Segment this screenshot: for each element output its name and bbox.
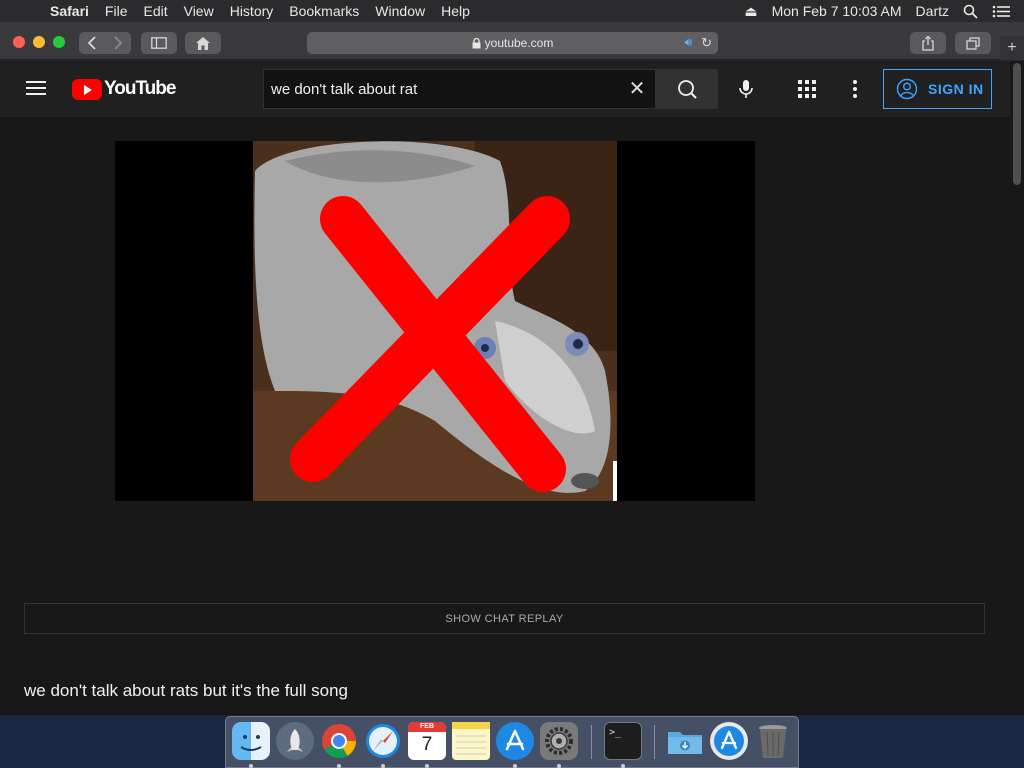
menu-help[interactable]: Help <box>433 0 478 22</box>
menu-edit[interactable]: Edit <box>135 0 175 22</box>
youtube-logo-text: YouTube <box>104 78 176 99</box>
spotlight-search-icon[interactable] <box>963 4 978 19</box>
safari-icon[interactable] <box>364 722 402 760</box>
eject-icon[interactable]: ⏏ <box>744 3 757 20</box>
youtube-page: YouTube we don't talk about rat ✕ SIGN I… <box>0 61 1024 715</box>
search-input[interactable]: we don't talk about rat <box>263 69 656 109</box>
voice-search-icon[interactable] <box>734 77 758 101</box>
calendar-month: FEB <box>408 722 446 732</box>
terminal-icon[interactable]: >_ <box>604 722 642 760</box>
youtube-header: YouTube we don't talk about rat ✕ SIGN I… <box>0 61 1010 117</box>
back-arrow-icon[interactable] <box>81 32 105 54</box>
notes-icon[interactable] <box>452 722 490 760</box>
menu-history[interactable]: History <box>222 0 282 22</box>
close-window-button[interactable] <box>13 36 25 48</box>
video-player[interactable] <box>115 141 755 501</box>
menu-bar-user[interactable]: Dartz <box>916 3 949 19</box>
menu-bookmarks[interactable]: Bookmarks <box>281 0 367 22</box>
back-forward-buttons <box>79 32 131 54</box>
system-preferences-icon[interactable] <box>540 722 578 760</box>
app-store-icon[interactable] <box>496 722 534 760</box>
terminal-prompt: >_ <box>609 727 622 738</box>
notification-center-icon[interactable] <box>992 5 1010 18</box>
video-frame <box>253 141 617 501</box>
search-button[interactable] <box>656 69 718 109</box>
lock-icon <box>472 37 481 48</box>
audio-playing-icon[interactable]: 🔊︎ <box>684 35 692 50</box>
tab-overview-button[interactable] <box>955 32 991 54</box>
menu-bar-clock[interactable]: Mon Feb 7 10:03 AM <box>772 3 902 19</box>
youtube-play-icon <box>72 78 102 100</box>
menu-icon[interactable] <box>26 81 46 95</box>
show-chat-replay-button[interactable]: SHOW CHAT REPLAY <box>24 603 985 634</box>
forward-arrow-icon[interactable] <box>105 32 129 54</box>
dock-separator <box>654 725 655 759</box>
app-store-running-indicator <box>513 764 517 768</box>
account-icon <box>896 78 918 100</box>
finder-icon[interactable] <box>232 722 270 760</box>
address-bar[interactable]: youtube.com 🔊︎ ↻ <box>307 32 718 54</box>
macos-dock: FEB 7 >_ <box>225 716 799 768</box>
reload-icon[interactable]: ↻ <box>701 35 712 51</box>
menu-file[interactable]: File <box>97 0 136 22</box>
chrome-running-indicator <box>337 764 341 768</box>
launchpad-icon[interactable] <box>276 722 314 760</box>
share-button[interactable] <box>910 32 946 54</box>
system-preferences-running-indicator <box>557 764 561 768</box>
search-icon <box>678 80 697 99</box>
video-title: we don't talk about rats but it's the fu… <box>24 681 349 700</box>
calendar-day: 7 <box>421 734 433 755</box>
dock-separator <box>591 725 592 759</box>
clear-search-icon[interactable]: ✕ <box>626 78 648 100</box>
more-options-icon[interactable] <box>846 78 864 100</box>
macos-menu-bar: Safari File Edit View History Bookmarks … <box>0 0 1024 22</box>
share-icon <box>922 35 934 51</box>
safari-running-indicator <box>381 764 385 768</box>
calendar-running-indicator <box>425 764 429 768</box>
sidebar-toggle-button[interactable] <box>141 32 177 54</box>
calendar-icon[interactable]: FEB 7 <box>408 722 446 760</box>
app-store-folder-icon[interactable] <box>710 722 748 760</box>
chrome-icon[interactable] <box>320 722 358 760</box>
url-text: youtube.com <box>484 36 554 50</box>
home-icon <box>196 36 210 50</box>
zoom-window-button[interactable] <box>53 36 65 48</box>
sign-in-button[interactable]: SIGN IN <box>883 69 992 109</box>
finder-running-indicator <box>249 764 253 768</box>
sidebar-icon <box>151 37 167 49</box>
youtube-logo[interactable]: YouTube <box>72 78 176 100</box>
minimize-window-button[interactable] <box>33 36 45 48</box>
new-tab-button[interactable]: + <box>1000 36 1024 60</box>
menu-safari[interactable]: Safari <box>42 0 97 22</box>
tabs-icon <box>966 36 980 50</box>
terminal-running-indicator <box>621 764 625 768</box>
page-scrollbar[interactable] <box>1010 61 1024 715</box>
apps-grid-icon[interactable] <box>797 79 817 99</box>
trash-icon[interactable] <box>754 722 792 760</box>
sign-in-label: SIGN IN <box>928 81 984 97</box>
menu-window[interactable]: Window <box>367 0 433 22</box>
downloads-folder-icon[interactable] <box>666 722 704 760</box>
scrollbar-thumb[interactable] <box>1013 63 1021 185</box>
safari-toolbar: youtube.com 🔊︎ ↻ <box>0 22 1024 60</box>
home-button[interactable] <box>185 32 221 54</box>
search-query: we don't talk about rat <box>271 80 418 98</box>
menu-view[interactable]: View <box>176 0 222 22</box>
